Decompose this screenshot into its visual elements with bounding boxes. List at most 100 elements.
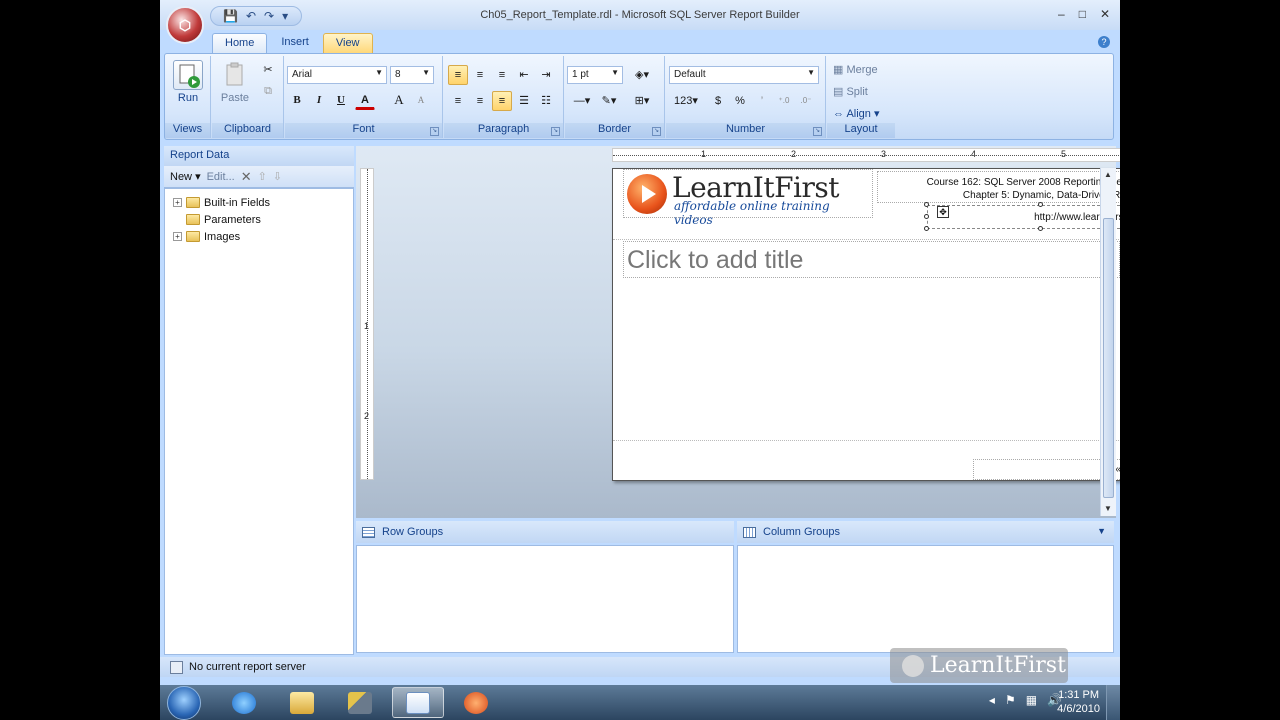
vertical-scrollbar[interactable]: ▲ ▼ (1100, 168, 1116, 516)
font-dialog-launcher-icon[interactable]: ↘ (430, 127, 439, 136)
align-left-icon[interactable]: ≡ (448, 91, 468, 111)
pen-color-icon[interactable]: ✎▾ (597, 91, 621, 111)
tab-view[interactable]: View (322, 33, 373, 53)
column-groups-pane[interactable] (737, 545, 1114, 653)
italic-button[interactable]: I (309, 90, 329, 110)
resize-handle[interactable] (924, 214, 929, 219)
border-dialog-launcher-icon[interactable]: ↘ (652, 127, 661, 136)
edit-button[interactable]: Edit... (207, 171, 235, 183)
show-desktop-button[interactable] (1106, 685, 1120, 720)
font-color-button[interactable]: A (355, 90, 375, 110)
move-up-icon[interactable]: ⇧ (258, 170, 267, 183)
url-textbox[interactable]: http://www.learnitfirst.com (927, 205, 1120, 229)
bullets-icon[interactable]: ☰ (514, 91, 534, 111)
tree-item-images[interactable]: + Images (165, 228, 353, 245)
copy-icon[interactable]: ⧉ (258, 81, 278, 101)
title-textbox[interactable]: Click to add title (623, 241, 1120, 278)
clock[interactable]: 1:31 PM 4/6/2010 (1057, 688, 1100, 716)
resize-handle[interactable] (1038, 226, 1043, 231)
underline-button[interactable]: U (331, 90, 351, 110)
shrink-font-button[interactable]: A (411, 90, 431, 110)
decrease-indent-icon[interactable]: ⇤ (514, 65, 534, 85)
new-menu-button[interactable]: New ▾ (170, 170, 201, 183)
ribbon-tabs: Home Insert View (212, 33, 373, 53)
tree-item-parameters[interactable]: Parameters (165, 211, 353, 228)
align-middle-icon[interactable]: ≡ (470, 65, 490, 85)
merge-label: Merge (846, 64, 878, 76)
style-button[interactable]: ’ (752, 91, 772, 111)
border-group-label: Border (565, 123, 664, 138)
expand-icon[interactable]: + (173, 232, 182, 241)
numbering-icon[interactable]: ☷ (536, 91, 556, 111)
align-bottom-icon[interactable]: ≡ (492, 65, 512, 85)
font-family-select[interactable]: Arial ▼ (287, 66, 387, 84)
percent-button[interactable]: % (730, 91, 750, 111)
minimize-button[interactable]: – (1058, 7, 1065, 21)
course-textbox[interactable]: Course 162: SQL Server 2008 Reporting Se… (877, 171, 1120, 203)
show-hidden-icons-icon[interactable]: ◂ (989, 693, 995, 707)
watermark-logo: LearnItFirst (890, 648, 1068, 683)
border-width-select[interactable]: 1 pt ▼ (567, 66, 623, 84)
move-handle-icon[interactable]: ✥ (937, 206, 949, 218)
fill-color-icon[interactable]: ◈▾ (627, 65, 657, 85)
application-button[interactable]: ⬡ (166, 6, 204, 44)
maximize-button[interactable]: □ (1079, 7, 1086, 21)
tree-item-built-in-fields[interactable]: + Built-in Fields (165, 194, 353, 211)
borders-icon[interactable]: ⊞▾ (627, 91, 657, 111)
course-line-1: Course 162: SQL Server 2008 Reporting Se… (926, 177, 1120, 188)
window-controls: – □ ✕ (1058, 7, 1110, 21)
resize-handle[interactable] (1038, 202, 1043, 207)
network-icon[interactable]: ▦ (1026, 693, 1037, 707)
action-center-flag-icon[interactable]: ⚑ (1005, 693, 1016, 707)
taskbar-sql-tool[interactable] (450, 687, 502, 718)
bold-button[interactable]: B (287, 90, 307, 110)
align-right-icon[interactable]: ≡ (492, 91, 512, 111)
start-button[interactable] (167, 686, 201, 720)
folder-icon (186, 231, 200, 242)
row-groups-pane[interactable] (356, 545, 734, 653)
body-footer-separator (613, 440, 1120, 441)
help-icon[interactable]: ? (1098, 36, 1110, 48)
align-menu-button[interactable]: ⇔ Align ▾ (833, 107, 880, 120)
paragraph-dialog-launcher-icon[interactable]: ↘ (551, 127, 560, 136)
tab-insert[interactable]: Insert (269, 33, 321, 53)
split-button[interactable]: ▤ Split (833, 85, 868, 98)
decrease-decimals-icon[interactable]: .0⁻ (796, 91, 816, 111)
tab-home[interactable]: Home (212, 33, 268, 53)
expand-icon[interactable]: + (173, 198, 182, 207)
scrollbar-thumb[interactable] (1103, 218, 1114, 498)
taskbar-report-builder[interactable] (392, 687, 444, 718)
cut-icon[interactable]: ✂ (258, 60, 278, 80)
move-down-icon[interactable]: ⇩ (273, 170, 282, 183)
resize-handle[interactable] (924, 226, 929, 231)
clock-time: 1:31 PM (1058, 689, 1100, 701)
taskbar-tools[interactable] (334, 687, 386, 718)
close-button[interactable]: ✕ (1100, 7, 1110, 21)
footer-expression-textbox[interactable]: «Expr» (973, 459, 1120, 480)
align-top-icon[interactable]: ≡ (448, 65, 468, 85)
scroll-down-icon[interactable]: ▼ (1104, 504, 1112, 513)
merge-button[interactable]: ▦ Merge (833, 63, 878, 76)
increase-decimals-icon[interactable]: ⁺.0 (774, 91, 794, 111)
number-dialog-launcher-icon[interactable]: ↘ (813, 127, 822, 136)
align-center-icon[interactable]: ≡ (470, 91, 490, 111)
run-button[interactable]: Run (169, 60, 207, 104)
chevron-down-icon[interactable]: ▼ (1097, 526, 1106, 536)
placeholder-styles-button[interactable]: 123▾ (669, 91, 703, 111)
paste-button[interactable]: Paste (216, 60, 254, 104)
clipboard-group: Paste ✂ ⧉ Clipboard (212, 56, 284, 138)
delete-icon[interactable]: ✕ (241, 169, 252, 185)
font-size-select[interactable]: 8 ▼ (390, 66, 434, 84)
currency-button[interactable]: $ (708, 91, 728, 111)
line-style-icon[interactable]: —▾ (567, 91, 597, 111)
taskbar-ie[interactable] (218, 687, 270, 718)
taskbar-explorer[interactable] (276, 687, 328, 718)
resize-handle[interactable] (924, 202, 929, 207)
run-icon (173, 60, 203, 90)
grow-font-button[interactable]: A (389, 90, 409, 110)
number-format-select[interactable]: Default ▼ (669, 66, 819, 84)
scroll-up-icon[interactable]: ▲ (1104, 170, 1112, 179)
logo-image[interactable]: LearnItFirst affordable online training … (623, 169, 873, 227)
increase-indent-icon[interactable]: ⇥ (536, 65, 556, 85)
window-title: Ch05_Report_Template.rdl - Microsoft SQL… (480, 9, 800, 21)
